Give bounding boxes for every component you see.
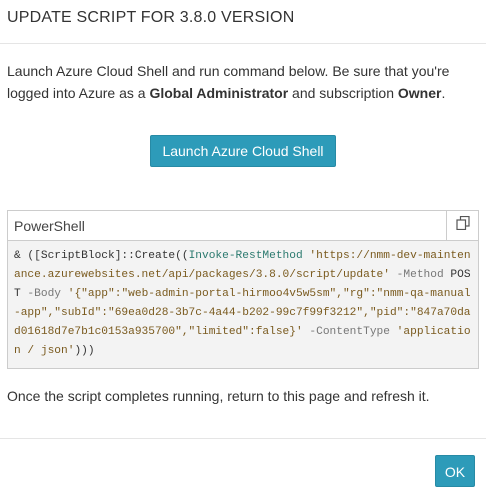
owner-label: Owner <box>397 85 442 101</box>
intro-text: Launch Azure Cloud Shell and run command… <box>7 60 479 104</box>
ok-button[interactable]: OK <box>435 455 475 487</box>
launch-azure-cloud-shell-button[interactable]: Launch Azure Cloud Shell <box>150 135 336 167</box>
global-admin-label: Global Administrator <box>149 85 289 101</box>
intro-text-part-2: and subscription <box>288 85 398 101</box>
launch-button-row: Launch Azure Cloud Shell <box>7 135 479 167</box>
code-token: -ContentType <box>302 326 390 338</box>
code-token: -Body <box>20 288 62 300</box>
code-token: Invoke-RestMethod <box>188 250 303 262</box>
code-token: ))) <box>74 345 95 357</box>
completion-instructions: Once the script completes running, retur… <box>7 388 430 404</box>
intro-text-part-3: . <box>441 85 446 101</box>
dialog-header: UPDATE SCRIPT FOR 3.8.0 VERSION <box>0 0 486 44</box>
dialog-body: Launch Azure Cloud Shell and run command… <box>0 60 486 407</box>
code-language-label: PowerShell <box>14 217 85 234</box>
code-block: PowerShell & ([ScriptBlock]::Create((Inv… <box>7 210 479 369</box>
code-content: & ([ScriptBlock]::Create((Invoke-RestMet… <box>8 241 478 368</box>
dialog-title: UPDATE SCRIPT FOR 3.8.0 VERSION <box>7 9 295 26</box>
copy-code-button[interactable] <box>446 210 478 241</box>
update-script-dialog: UPDATE SCRIPT FOR 3.8.0 VERSION Launch A… <box>0 0 486 491</box>
code-token: & ([ScriptBlock]::Create(( <box>14 250 189 262</box>
code-block-header: PowerShell <box>8 210 478 241</box>
code-token: -Method <box>389 269 444 281</box>
copy-icon <box>455 215 470 235</box>
footer-divider <box>0 438 486 439</box>
